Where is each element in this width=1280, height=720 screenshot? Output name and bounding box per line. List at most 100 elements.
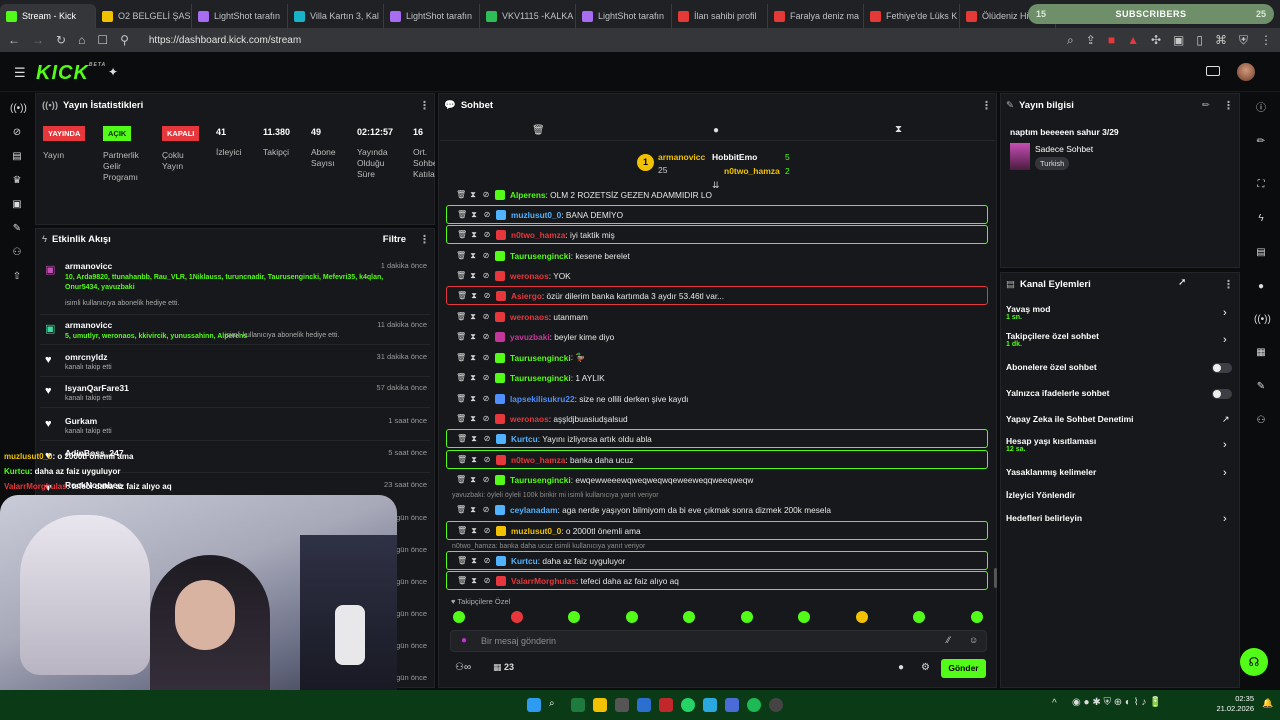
back-icon[interactable]: ← — [8, 33, 20, 47]
upload-icon[interactable]: ⇧ — [10, 270, 24, 284]
ban-icon[interactable]: ⊘ — [482, 332, 490, 341]
hamburger-icon[interactable]: ☰ — [14, 65, 26, 81]
browser-tab[interactable]: LightShot tarafın — [384, 4, 480, 28]
timeout-icon[interactable]: ⧗ — [469, 332, 477, 342]
store-icon[interactable] — [637, 698, 651, 712]
queue-icon[interactable]: ▦ — [1254, 346, 1268, 360]
zoom-icon[interactable]: ⌕ — [1067, 33, 1074, 48]
ban-icon[interactable]: ⊘ — [482, 251, 490, 260]
chat-username[interactable]: Taurusengincki — [510, 353, 571, 363]
browser-tab[interactable]: Faralya deniz ma — [768, 4, 864, 28]
brave-icon[interactable] — [659, 698, 673, 712]
timeout-icon[interactable]: ⧗ — [469, 190, 477, 200]
chat-input-box[interactable]: ● Bir mesaj gönderin ⁄⁄ ☺ — [450, 630, 987, 652]
chat-username[interactable]: Kurtcu — [511, 556, 538, 566]
chat-username[interactable]: ceylanadam — [510, 505, 558, 515]
timeout-icon[interactable]: ⧗ — [469, 394, 477, 404]
channel-action-row[interactable]: Hesap yaşı kısıtlaması 12 sa. — [1006, 436, 1234, 453]
search-icon[interactable]: ⌕ — [549, 698, 563, 712]
app-icon[interactable] — [703, 698, 717, 712]
whatsapp-icon[interactable] — [681, 698, 695, 712]
file-explorer-icon[interactable] — [593, 698, 607, 712]
chat-bubble-icon[interactable]: ● — [898, 662, 904, 673]
feed-menu-icon[interactable]: ⋮ — [419, 233, 430, 246]
chat-username[interactable]: weronaos — [510, 271, 549, 281]
viewers-link-icon[interactable]: ⚇∞ — [455, 662, 471, 673]
reload-icon[interactable]: ↻ — [56, 33, 66, 47]
support-button[interactable]: ☊ — [1240, 648, 1268, 676]
feed-username[interactable]: armanovicc — [65, 261, 112, 271]
command-icon[interactable]: ⁄⁄ — [947, 635, 950, 645]
calculator-icon[interactable] — [615, 698, 629, 712]
ban-icon[interactable]: ⊘ — [483, 210, 491, 219]
channel-action-row[interactable]: Abonelere özel sohbet — [1006, 362, 1234, 372]
timeout-icon[interactable]: ⧗ — [469, 312, 477, 322]
focus-icon[interactable]: ⛶ — [1254, 178, 1268, 192]
timeout-icon[interactable]: ⧗ — [470, 455, 478, 465]
browser-tab[interactable]: Stream - Kick — [0, 4, 96, 28]
settings-gear-icon[interactable]: ⚙ — [921, 662, 930, 673]
puzzle-icon[interactable]: ✣ — [1151, 33, 1161, 47]
chat-username[interactable]: weronaos — [510, 312, 549, 322]
trash-icon[interactable]: 🗑 — [457, 455, 467, 464]
chat-tab-icon[interactable]: ● — [713, 125, 719, 136]
channel-action-row[interactable]: Takipçilere özel sohbet 1 dk. — [1006, 331, 1234, 348]
trash-icon[interactable]: 🗑 — [456, 373, 466, 382]
ban-icon[interactable]: ⊘ — [482, 394, 490, 403]
trash-icon[interactable]: 🗑 — [456, 251, 466, 260]
chat-username[interactable]: Kurtcu — [511, 434, 538, 444]
hourglass-tab-icon[interactable]: ⧗ — [895, 124, 902, 135]
emote-icon[interactable] — [798, 611, 810, 623]
timeout-icon[interactable]: ⧗ — [470, 526, 478, 536]
browser-tab[interactable]: VKV1115 -KALKA — [480, 4, 576, 28]
extension-icon[interactable]: ■ — [1108, 33, 1115, 47]
timeout-icon[interactable]: ⧗ — [470, 434, 478, 444]
info-icon[interactable]: ⓘ — [1254, 102, 1268, 116]
chat-username[interactable]: Taurusengincki — [510, 475, 571, 485]
trash-icon[interactable]: 🗑 — [456, 190, 466, 199]
chat-username[interactable]: Asiergo — [511, 291, 542, 301]
stats-menu-icon[interactable]: ⋮ — [419, 99, 430, 112]
clock-time[interactable]: 02:35 — [1230, 694, 1254, 703]
chat-menu-icon[interactable]: ⋮ — [981, 99, 992, 112]
edit-icon[interactable]: ✏ — [1202, 100, 1210, 111]
chat-username[interactable]: Alperens — [510, 190, 546, 200]
trash-icon[interactable]: 🗑 — [456, 312, 466, 321]
timeout-icon[interactable]: ⧗ — [469, 373, 477, 383]
trash-icon[interactable]: 🗑 — [457, 526, 467, 535]
trash-icon[interactable]: 🗑 — [457, 291, 467, 300]
quick-action-icon[interactable]: ϟ — [1254, 212, 1268, 226]
chat-username[interactable]: lapsekilisukru22 — [510, 394, 575, 404]
chat-username[interactable]: yavuzbaki — [510, 332, 550, 342]
notification-icon[interactable]: 🔔 — [1262, 698, 1273, 709]
stream-info-menu-icon[interactable]: ⋮ — [1223, 99, 1234, 112]
ban-icon[interactable]: ⊘ — [483, 230, 491, 239]
channel-action-row[interactable]: Yapay Zeka ile Sohbet Denetimi — [1006, 414, 1234, 424]
task-view-icon[interactable] — [571, 698, 585, 712]
chart-icon[interactable]: ▤ — [10, 150, 24, 164]
chat-username[interactable]: muzlusut0_0 — [511, 526, 561, 536]
emote-icon[interactable] — [855, 611, 868, 623]
users-icon[interactable]: ⚇ — [10, 246, 24, 260]
feed-username[interactable]: IsyanQarFare31 — [65, 383, 129, 393]
emote-icon[interactable] — [625, 611, 638, 623]
browser-tab[interactable]: İlan sahibi profil — [672, 4, 768, 28]
emote-icon[interactable] — [970, 611, 983, 623]
ban-icon[interactable]: ⊘ — [482, 505, 490, 514]
ban-icon[interactable]: ⊘ — [482, 373, 490, 382]
feed-username[interactable]: omrcnyldz — [65, 352, 108, 362]
channel-action-row[interactable]: Yasaklanmış kelimeler — [1006, 467, 1234, 477]
tray-chevron-icon[interactable]: ^ — [1052, 698, 1057, 709]
timeout-icon[interactable]: ⧗ — [470, 576, 478, 586]
emote-icon[interactable] — [740, 611, 753, 623]
video-icon[interactable]: ▣ — [10, 198, 24, 212]
ban-icon[interactable]: ⊘ — [482, 475, 490, 484]
trash-icon[interactable]: 🗑 — [457, 210, 467, 219]
translate-icon[interactable]: ⌘ — [1215, 33, 1227, 47]
chat-username[interactable]: Taurusengincki — [510, 373, 571, 383]
category-name[interactable]: Sadece Sohbet — [1035, 144, 1093, 154]
home-icon[interactable]: ⌂ — [78, 33, 85, 47]
trophy-icon[interactable]: ♛ — [10, 174, 24, 188]
channel-action-row[interactable]: Yavaş mod 1 sn. — [1006, 304, 1234, 321]
timeout-icon[interactable]: ⧗ — [469, 353, 477, 363]
